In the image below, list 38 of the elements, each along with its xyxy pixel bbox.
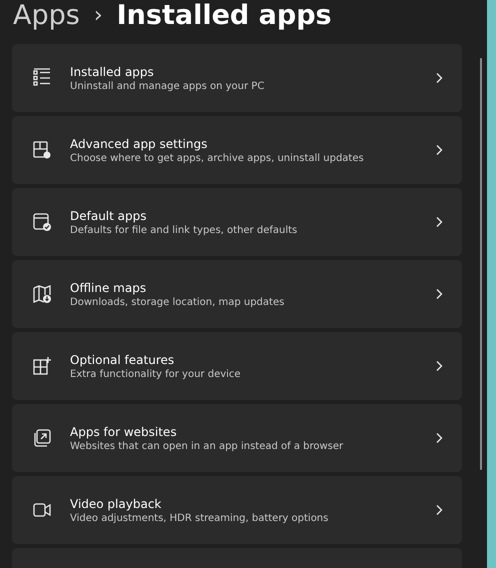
chevron-right-icon xyxy=(434,432,444,444)
item-title: Advanced app settings xyxy=(70,136,208,150)
item-title: Apps for websites xyxy=(70,424,178,438)
item-description: Extra functionality for your device xyxy=(70,368,242,380)
settings-item[interactable]: Video playback Video adjustments, HDR streaming, battery options xyxy=(12,476,462,544)
chevron-right-icon xyxy=(434,72,444,84)
settings-item[interactable]: Default apps Defaults for file and link types, other defaults xyxy=(12,188,462,256)
item-description: Video adjustments, HDR streaming, battery options xyxy=(70,512,330,524)
chevron-right-icon xyxy=(434,360,444,372)
item-description: Uninstall and manage apps on your PC xyxy=(70,80,266,92)
settings-item[interactable]: Optional features Extra functionality for your device xyxy=(12,332,462,400)
item-title: Optional features xyxy=(70,352,176,366)
item-title: Offline maps xyxy=(70,280,148,294)
settings-item[interactable]: Apps for websites Websites that can open in an app instead of a browser xyxy=(12,404,462,472)
settings-item[interactable]: Advanced app settings Choose where to get apps, archive apps, uninstall updates xyxy=(12,116,462,184)
map-download-icon xyxy=(32,284,52,304)
breadcrumb-separator: › xyxy=(94,3,103,28)
item-title: Installed apps xyxy=(70,64,155,78)
item-description: Downloads, storage location, map updates xyxy=(70,296,286,308)
chevron-right-icon xyxy=(434,288,444,300)
item-description: Defaults for file and link types, other defaults xyxy=(70,224,298,236)
list-icon xyxy=(32,68,52,88)
chevron-right-icon xyxy=(434,504,444,516)
window-arrow-icon xyxy=(32,428,52,448)
settings-item[interactable]: Installed apps Uninstall and manage apps on your PC xyxy=(12,44,462,112)
chevron-right-icon xyxy=(434,216,444,228)
item-title: Default apps xyxy=(70,208,148,222)
window-check-icon xyxy=(32,212,52,232)
grid-gear-icon xyxy=(32,140,52,160)
breadcrumb-parent[interactable]: Apps xyxy=(13,0,80,31)
item-description: Websites that can open in an app instead of a browser xyxy=(70,440,344,452)
grid-plus-icon xyxy=(32,356,52,376)
item-title: Video playback xyxy=(70,496,162,510)
page-title: Installed apps xyxy=(116,0,332,31)
scrollbar[interactable] xyxy=(480,58,482,470)
item-description: Choose where to get apps, archive apps, uninstall updates xyxy=(70,152,365,164)
settings-item[interactable]: Offline maps Downloads, storage location, map updates xyxy=(12,260,462,328)
chevron-right-icon xyxy=(434,144,444,156)
